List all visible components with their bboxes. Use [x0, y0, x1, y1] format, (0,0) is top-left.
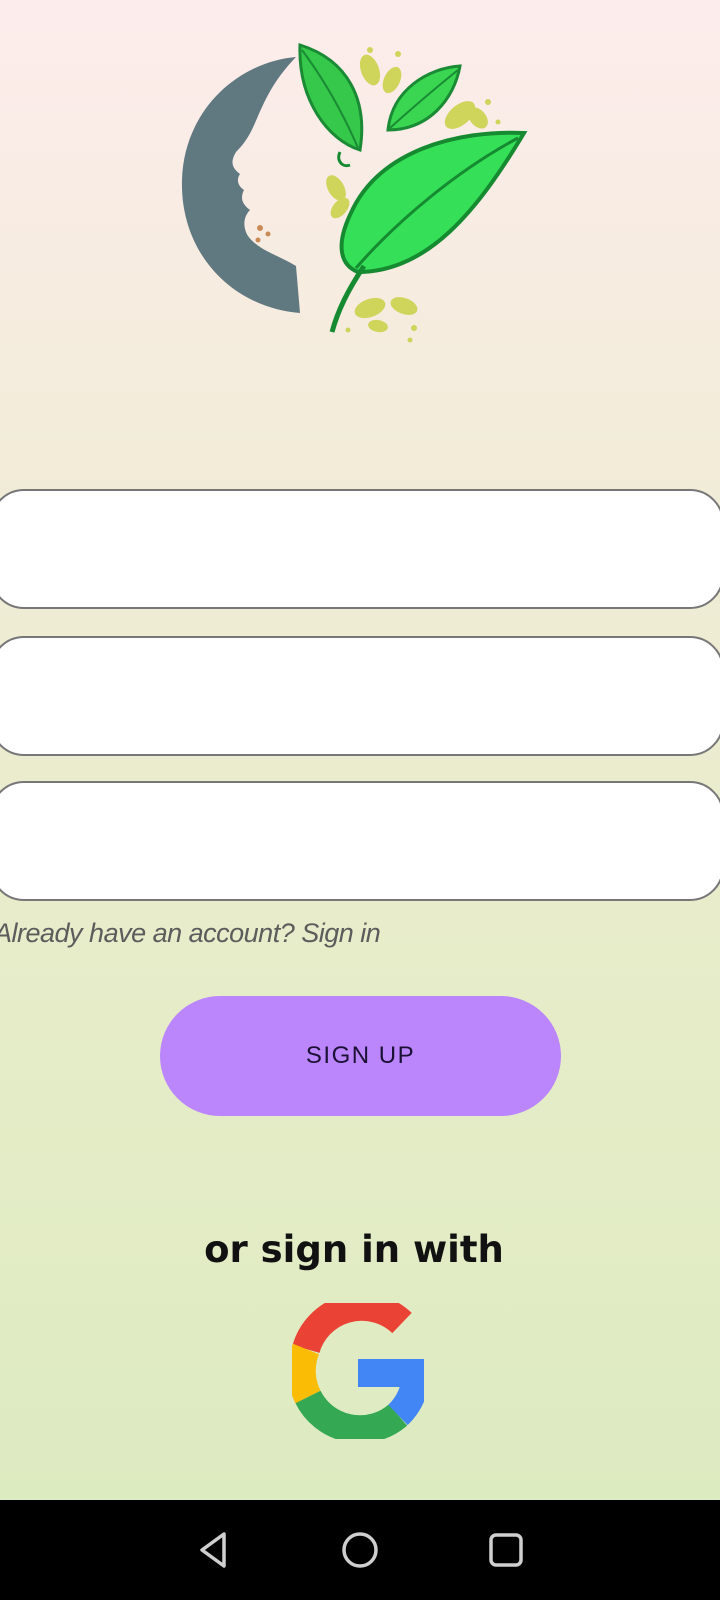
text-field-2[interactable]: [0, 636, 720, 756]
recents-square-icon[interactable]: [484, 1528, 528, 1572]
text-field-3[interactable]: [0, 781, 720, 901]
sign-up-button[interactable]: SIGN UP: [160, 996, 561, 1116]
face-leaf-logo: [181, 42, 528, 343]
input-field-1[interactable]: [0, 491, 720, 607]
system-nav-bar: [0, 1500, 720, 1600]
input-field-2[interactable]: [0, 638, 720, 754]
social-signin-label: or sign in with: [204, 1228, 504, 1271]
signup-screen: Already have an account? Sign in SIGN UP…: [0, 0, 720, 1500]
google-g-icon[interactable]: [292, 1303, 424, 1439]
sign-in-link[interactable]: Already have an account? Sign in: [0, 918, 381, 949]
home-circle-icon[interactable]: [338, 1528, 382, 1572]
input-field-3[interactable]: [0, 783, 720, 899]
back-triangle-icon[interactable]: [194, 1528, 238, 1572]
text-field-1[interactable]: [0, 489, 720, 609]
